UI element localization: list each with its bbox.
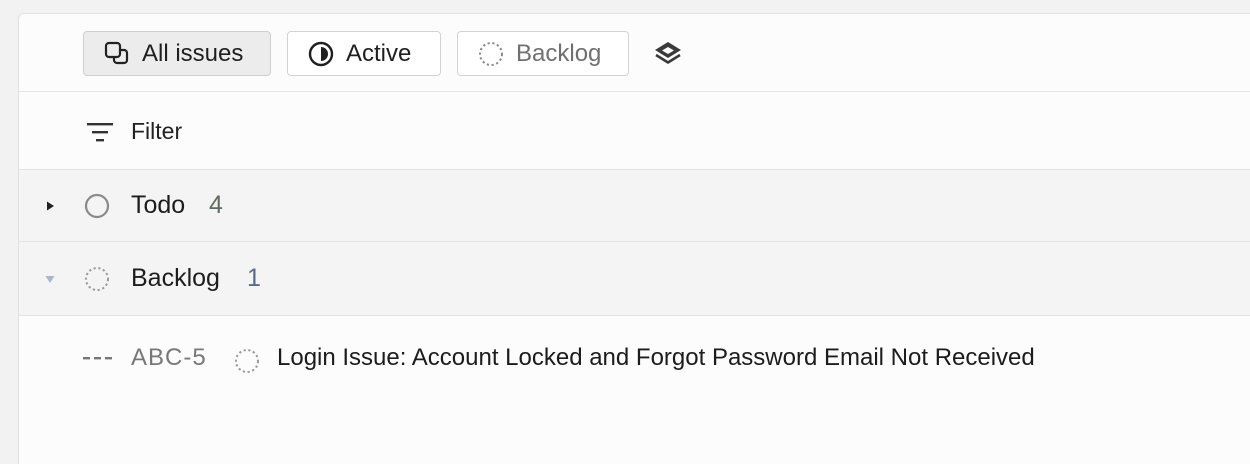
group-header-todo[interactable]: Todo 4 [19, 170, 1250, 242]
empty-circle-icon [84, 193, 110, 218]
group-label: Todo [131, 191, 186, 219]
caret-right-icon[interactable] [44, 200, 56, 212]
filter-button[interactable]: Filter [85, 118, 182, 145]
copy-icon [103, 40, 131, 68]
issue-title: Login Issue: Account Locked and Forgot P… [277, 344, 1035, 371]
filter-bar: Filter [19, 92, 1250, 170]
view-label: Backlog [516, 39, 602, 67]
dotted-circle-icon[interactable] [233, 347, 261, 375]
view-active-button[interactable]: Active [287, 31, 441, 76]
filter-icon [87, 122, 113, 141]
group-header-backlog[interactable]: Backlog 1 [19, 242, 1250, 316]
group-label: Backlog [131, 264, 220, 292]
dotted-circle-icon [477, 40, 505, 68]
half-circle-icon [307, 40, 335, 68]
issue-row[interactable]: ABC-5 Login Issue: Account Locked and Fo… [19, 316, 1250, 400]
filter-label: Filter [131, 118, 183, 144]
group-count: 1 [247, 264, 261, 292]
caret-down-icon[interactable] [44, 273, 56, 285]
dotted-circle-icon [85, 266, 109, 291]
view-label: Active [346, 39, 412, 67]
view-backlog-button[interactable]: Backlog [457, 31, 629, 76]
issues-panel: All issues Active Backlog Filter Todo 4 … [18, 13, 1250, 464]
layers-icon[interactable] [653, 40, 683, 68]
issue-id: ABC-5 [131, 344, 207, 371]
group-count: 4 [209, 191, 223, 219]
no-priority-icon[interactable] [83, 357, 113, 361]
view-toolbar: All issues Active Backlog [19, 14, 1250, 92]
view-label: All issues [142, 39, 244, 67]
view-all-issues-button[interactable]: All issues [83, 31, 271, 76]
